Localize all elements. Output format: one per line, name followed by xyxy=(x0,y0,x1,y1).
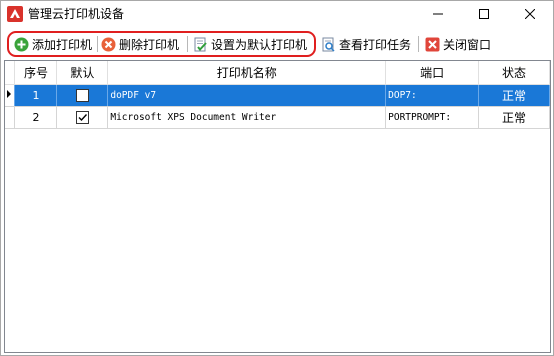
row-header[interactable] xyxy=(5,106,16,129)
default-checkbox[interactable] xyxy=(75,110,89,124)
highlight-annotation xyxy=(7,31,316,57)
minimize-icon xyxy=(433,13,443,15)
cell-default xyxy=(56,84,109,107)
column-header-printer-name[interactable]: 打印机名称 xyxy=(107,61,387,85)
column-header-index[interactable]: 序号 xyxy=(14,61,58,85)
minimize-button[interactable] xyxy=(415,1,461,27)
cell-index: 1 xyxy=(14,84,58,107)
column-header-default[interactable]: 默认 xyxy=(56,61,109,85)
cell-printer-name: doPDF v7 xyxy=(107,84,387,107)
close-button[interactable] xyxy=(507,1,553,27)
row-header-corner xyxy=(5,61,16,85)
printer-table: 序号 默认 打印机名称 端口 状态 1 doPDF v7 DOP7: 正常 2 … xyxy=(5,61,550,129)
close-window-label: 关闭窗口 xyxy=(443,37,492,52)
close-window-button[interactable]: 关闭窗口 xyxy=(425,34,491,54)
maximize-icon xyxy=(479,9,489,19)
document-view-icon xyxy=(322,37,335,52)
default-checkbox[interactable] xyxy=(75,88,89,102)
current-row-indicator[interactable] xyxy=(5,84,16,107)
title-bar: 管理云打印机设备 xyxy=(1,1,553,27)
maximize-button[interactable] xyxy=(461,1,507,27)
app-logo-icon xyxy=(7,6,23,22)
cell-printer-name: Microsoft XPS Document Writer xyxy=(107,106,387,129)
column-header-status[interactable]: 状态 xyxy=(478,61,550,85)
cell-port: DOP7: xyxy=(385,84,480,107)
column-header-port[interactable]: 端口 xyxy=(385,61,480,85)
cell-index: 2 xyxy=(14,106,58,129)
table-row[interactable]: 2 Microsoft XPS Document Writer PORTPROM… xyxy=(5,106,550,129)
row-pointer-icon xyxy=(7,89,11,98)
table-header-row: 序号 默认 打印机名称 端口 状态 xyxy=(5,61,550,85)
checkmark-icon xyxy=(78,113,87,121)
view-print-jobs-label: 查看打印任务 xyxy=(339,37,412,52)
toolbar-divider xyxy=(418,36,419,52)
view-print-jobs-button[interactable]: 查看打印任务 xyxy=(321,34,411,54)
table-row[interactable]: 1 doPDF v7 DOP7: 正常 xyxy=(5,84,550,107)
cell-default xyxy=(56,106,109,129)
printer-manager-window: 管理云打印机设备 添加打印机 删除打印机 设置为默认打印机 查看打印任务 关闭窗… xyxy=(0,0,554,356)
toolbar: 添加打印机 删除打印机 设置为默认打印机 查看打印任务 关闭窗口 xyxy=(1,27,553,59)
printer-grid[interactable]: 序号 默认 打印机名称 端口 状态 1 doPDF v7 DOP7: 正常 2 … xyxy=(4,60,551,353)
cell-status: 正常 xyxy=(478,106,550,129)
cell-status: 正常 xyxy=(478,84,550,107)
close-icon xyxy=(525,9,535,19)
close-box-icon xyxy=(425,37,440,51)
cell-port: PORTPROMPT: xyxy=(385,106,480,129)
window-title: 管理云打印机设备 xyxy=(28,7,125,21)
